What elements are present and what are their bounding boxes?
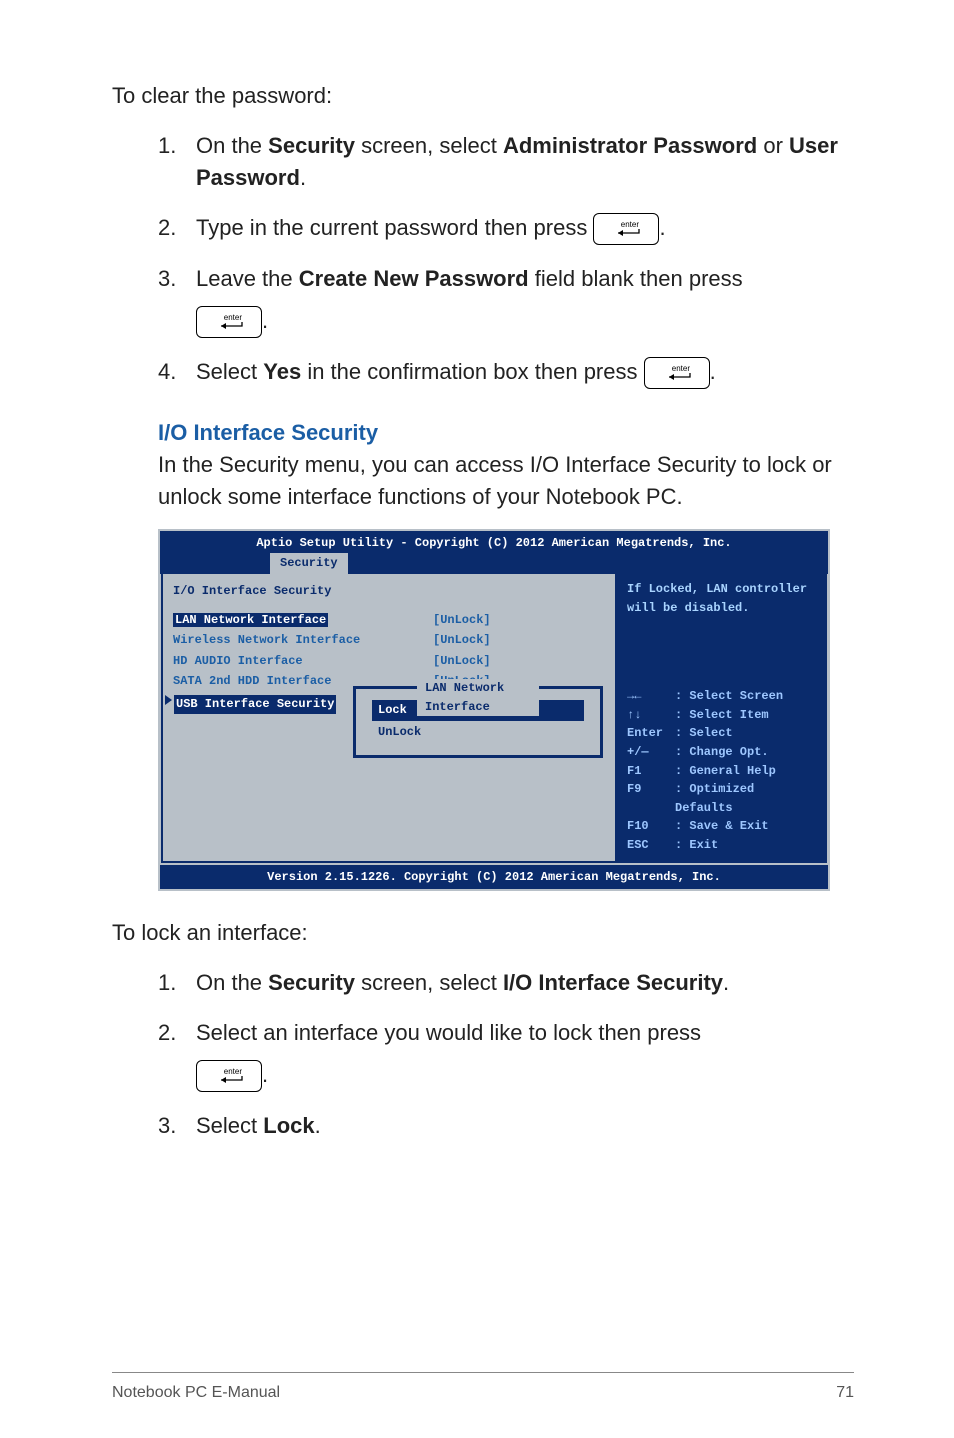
list-item: 2.Select an interface you would like to … xyxy=(158,1017,854,1092)
bios-help-row: F1: General Help xyxy=(627,762,817,781)
triangle-icon xyxy=(165,695,172,705)
clear-password-intro: To clear the password: xyxy=(112,80,854,112)
bios-row: LAN Network Interface[UnLock] xyxy=(173,611,605,630)
bios-row-usb: USB Interface Security xyxy=(174,695,336,714)
bios-help-row: ↑↓: Select Item xyxy=(627,706,817,725)
svg-text:enter: enter xyxy=(224,1067,243,1076)
list-item: 1.On the Security screen, select Adminis… xyxy=(158,130,854,194)
list-number: 1. xyxy=(158,130,196,194)
lock-intro: To lock an interface: xyxy=(112,917,854,949)
list-number: 3. xyxy=(158,1110,196,1142)
list-body: Select Lock. xyxy=(196,1110,854,1142)
list-body: Type in the current password then press … xyxy=(196,212,854,245)
list-body: Select Yes in the confirmation box then … xyxy=(196,356,854,389)
enter-key-icon: enter xyxy=(196,306,262,338)
bios-help-row: ESC: Exit xyxy=(627,836,817,855)
bios-popup-title: LAN Network Interface xyxy=(417,679,539,716)
bios-help-top: If Locked, LAN controller will be disabl… xyxy=(627,580,817,617)
list-item: 1.On the Security screen, select I/O Int… xyxy=(158,967,854,999)
list-number: 3. xyxy=(158,263,196,338)
list-body: Leave the Create New Password field blan… xyxy=(196,263,854,338)
list-item: 3.Select Lock. xyxy=(158,1110,854,1142)
enter-key-icon: enter xyxy=(593,213,659,245)
bios-row-value: [UnLock] xyxy=(433,631,491,650)
list-number: 2. xyxy=(158,212,196,245)
svg-text:enter: enter xyxy=(621,220,640,229)
bios-screenshot: Aptio Setup Utility - Copyright (C) 2012… xyxy=(158,529,830,891)
bios-tab-security: Security xyxy=(270,553,348,574)
svg-text:enter: enter xyxy=(224,313,243,322)
svg-text:enter: enter xyxy=(671,364,690,373)
list-item: 4.Select Yes in the confirmation box the… xyxy=(158,356,854,389)
bios-tabstrip: Security xyxy=(158,553,830,574)
bios-popup: LAN Network Interface LockUnLock xyxy=(353,686,603,758)
bios-help-row: F10: Save & Exit xyxy=(627,817,817,836)
bios-help-panel: If Locked, LAN controller will be disabl… xyxy=(617,574,827,863)
bios-row-value: [UnLock] xyxy=(433,611,491,630)
list-item: 3.Leave the Create New Password field bl… xyxy=(158,263,854,338)
bios-help-row: Enter: Select xyxy=(627,724,817,743)
list-body: On the Security screen, select I/O Inter… xyxy=(196,967,854,999)
list-number: 1. xyxy=(158,967,196,999)
bios-main-panel: I/O Interface Security LAN Network Inter… xyxy=(161,574,617,863)
bios-help-row: +/—: Change Opt. xyxy=(627,743,817,762)
list-body: On the Security screen, select Administr… xyxy=(196,130,854,194)
bios-row-value: [UnLock] xyxy=(433,652,491,671)
bios-panel-title: I/O Interface Security xyxy=(173,582,605,601)
list-number: 2. xyxy=(158,1017,196,1092)
bios-popup-option: UnLock xyxy=(372,722,584,743)
footer-page-number: 71 xyxy=(836,1381,854,1404)
bios-header: Aptio Setup Utility - Copyright (C) 2012… xyxy=(158,529,830,554)
list-item: 2.Type in the current password then pres… xyxy=(158,212,854,245)
bios-help-row: →←: Select Screen xyxy=(627,687,817,706)
io-heading: I/O Interface Security xyxy=(158,417,854,449)
io-desc: In the Security menu, you can access I/O… xyxy=(158,449,854,513)
bios-footer: Version 2.15.1226. Copyright (C) 2012 Am… xyxy=(158,865,830,892)
bios-help-row: F9: Optimized Defaults xyxy=(627,780,817,817)
list-number: 4. xyxy=(158,356,196,389)
enter-key-icon: enter xyxy=(196,1060,262,1092)
bios-row: HD AUDIO Interface[UnLock] xyxy=(173,652,605,671)
list-body: Select an interface you would like to lo… xyxy=(196,1017,854,1092)
footer-left: Notebook PC E-Manual xyxy=(112,1381,280,1404)
enter-key-icon: enter xyxy=(644,357,710,389)
bios-row: Wireless Network Interface[UnLock] xyxy=(173,631,605,650)
